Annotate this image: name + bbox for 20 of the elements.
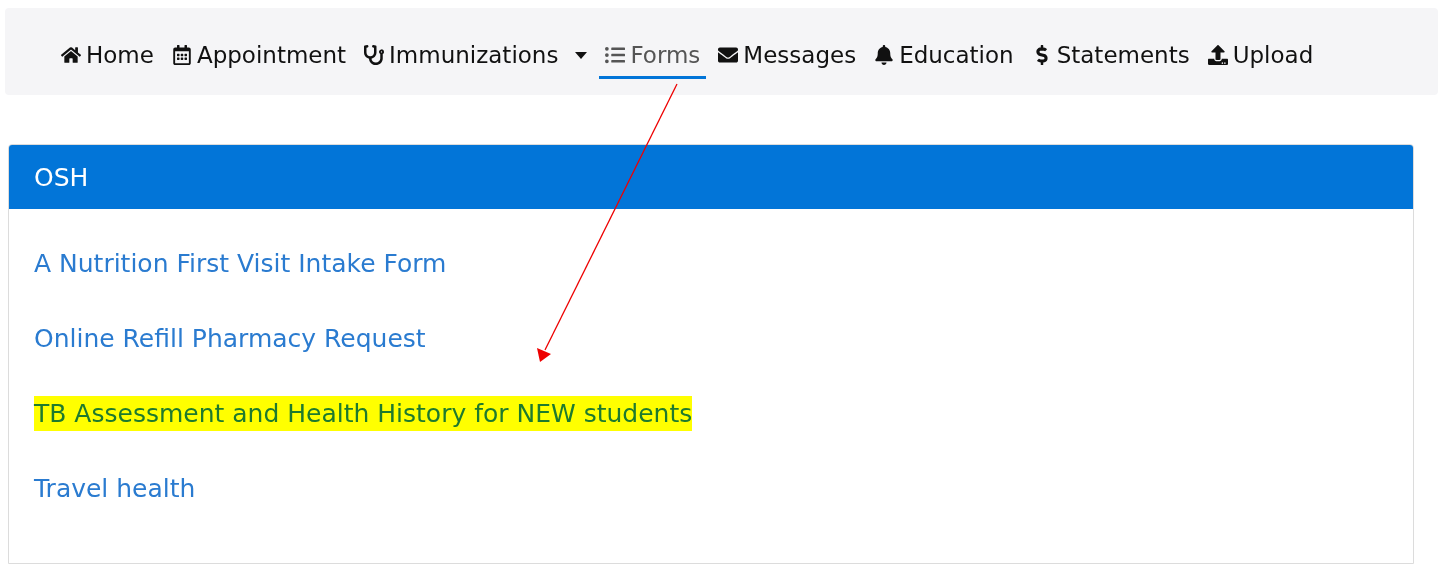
home-icon (61, 45, 81, 65)
form-link[interactable]: TB Assessment and Health History for NEW students (34, 396, 693, 431)
form-link[interactable]: Online Refill Pharmacy Request (34, 321, 426, 356)
bell-icon (874, 45, 895, 65)
panel-title: OSH (9, 145, 1413, 209)
nav-link[interactable]: Appointment (165, 32, 353, 79)
calendar-icon (171, 45, 192, 65)
list-icon (605, 45, 626, 65)
nav-link[interactable]: Immunizations (358, 32, 594, 79)
nav-link[interactable]: Education (868, 32, 1020, 79)
stethoscope-icon (364, 45, 385, 65)
nav-link[interactable]: Forms (599, 32, 707, 79)
nav-link[interactable]: Messages (712, 32, 863, 79)
form-link[interactable]: A Nutrition First Visit Intake Form (34, 246, 447, 281)
form-link[interactable]: Travel health (34, 471, 196, 506)
nav-link[interactable]: Home (55, 32, 160, 79)
nav-link[interactable]: Upload (1201, 32, 1320, 79)
envelope-icon (718, 45, 739, 65)
upload-icon (1207, 45, 1228, 65)
nav-link[interactable]: Statements (1025, 32, 1196, 79)
